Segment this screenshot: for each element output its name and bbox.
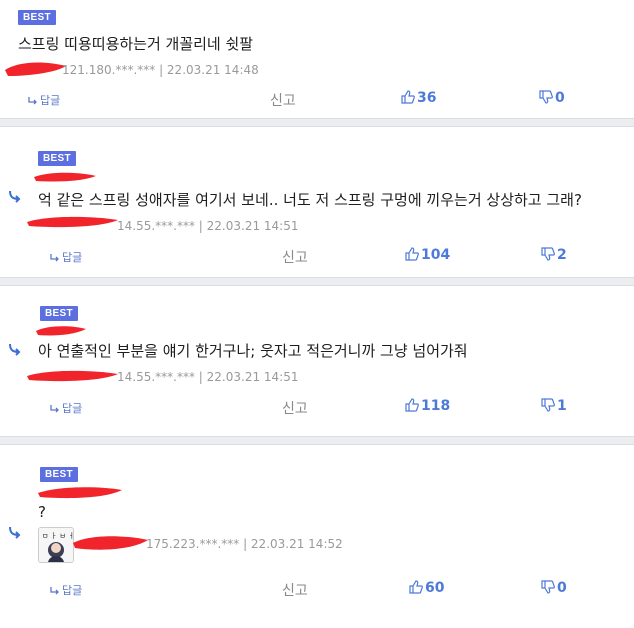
redacted-username bbox=[5, 62, 66, 76]
comment-meta: 175.223.***.*** | 22.03.21 14:52 bbox=[146, 537, 343, 551]
comment-separator bbox=[0, 436, 634, 445]
reply-button[interactable]: 답글 bbox=[28, 92, 60, 108]
dislike-count: 1 bbox=[557, 398, 567, 414]
avatar: ㅁ ㅏ ㅂ ㅓ bbox=[38, 527, 74, 563]
comment-meta: 121.180.***.*** | 22.03.21 14:48 bbox=[62, 63, 259, 77]
comment-text: 억 같은 스프링 성애자를 여기서 보네.. 너도 저 스프링 구멍에 끼우는거… bbox=[38, 191, 582, 209]
reply-arrow-icon bbox=[50, 254, 59, 262]
comment-1: BEST 스프링 띠용띠용하는거 개꼴리네 쉿팔 121.180.***.***… bbox=[0, 0, 634, 118]
reply-button[interactable]: 답글 bbox=[50, 582, 82, 598]
best-badge: BEST bbox=[38, 151, 76, 166]
comment-4: BEST ? ㅁ ㅏ ㅂ ㅓ 175.223.***.*** | 22.03.2… bbox=[0, 445, 634, 628]
dislike-button[interactable]: 1 bbox=[541, 398, 567, 414]
thumbs-down-icon bbox=[541, 247, 555, 261]
thumbs-down-icon bbox=[541, 580, 555, 594]
dislike-button[interactable]: 2 bbox=[541, 247, 567, 263]
redacted-username bbox=[34, 172, 96, 182]
comment-3: BEST 아 연출적인 부분을 얘기 한거구나; 웃자고 적은거니까 그냥 넘어… bbox=[0, 286, 634, 436]
comment-meta: 14.55.***.*** | 22.03.21 14:51 bbox=[117, 370, 299, 384]
reply-label: 답글 bbox=[62, 584, 83, 597]
reply-button[interactable]: 답글 bbox=[50, 400, 82, 416]
best-badge: BEST bbox=[40, 306, 78, 321]
nested-reply-icon bbox=[8, 525, 22, 543]
report-button[interactable]: 신고 bbox=[270, 90, 296, 110]
best-badge: BEST bbox=[18, 10, 56, 25]
thumbs-up-icon bbox=[405, 247, 419, 261]
redacted-username bbox=[38, 487, 122, 499]
comment-text: ? bbox=[38, 503, 46, 521]
svg-text:ㅁ ㅏ ㅂ ㅓ: ㅁ ㅏ ㅂ ㅓ bbox=[42, 532, 73, 540]
dislike-count: 0 bbox=[557, 580, 567, 596]
like-button[interactable]: 104 bbox=[405, 247, 450, 263]
comment-actions: 답글 신고 60 0 bbox=[0, 580, 634, 600]
like-button[interactable]: 60 bbox=[409, 580, 444, 596]
dislike-count: 0 bbox=[555, 90, 565, 106]
dislike-count: 2 bbox=[557, 247, 567, 263]
dislike-button[interactable]: 0 bbox=[541, 580, 567, 596]
redacted-username bbox=[73, 536, 148, 550]
redacted-username bbox=[36, 326, 86, 336]
like-count: 60 bbox=[425, 580, 445, 596]
thumbs-down-icon bbox=[539, 90, 553, 104]
report-button[interactable]: 신고 bbox=[282, 580, 308, 600]
thumbs-up-icon bbox=[409, 580, 423, 594]
comment-actions: 답글 신고 104 2 bbox=[0, 247, 634, 267]
comment-2: BEST 억 같은 스프링 성애자를 여기서 보네.. 너도 저 스프링 구멍에… bbox=[0, 127, 634, 277]
reply-label: 답글 bbox=[62, 402, 83, 415]
comment-actions: 답글 신고 36 0 bbox=[0, 90, 634, 110]
reply-button[interactable]: 답글 bbox=[50, 249, 82, 265]
reply-arrow-icon bbox=[50, 405, 59, 413]
like-button[interactable]: 36 bbox=[401, 90, 436, 106]
thumbs-up-icon bbox=[401, 90, 415, 104]
reply-arrow-icon bbox=[28, 97, 37, 105]
comment-actions: 답글 신고 118 1 bbox=[0, 398, 634, 418]
like-button[interactable]: 118 bbox=[405, 398, 450, 414]
like-count: 118 bbox=[421, 398, 451, 414]
best-badge: BEST bbox=[40, 467, 78, 482]
comment-meta: 14.55.***.*** | 22.03.21 14:51 bbox=[117, 219, 299, 233]
comment-text: 아 연출적인 부분을 얘기 한거구나; 웃자고 적은거니까 그냥 넘어가줘 bbox=[38, 342, 468, 360]
nested-reply-icon bbox=[8, 189, 22, 207]
dislike-button[interactable]: 0 bbox=[539, 90, 565, 106]
report-button[interactable]: 신고 bbox=[282, 398, 308, 418]
reply-label: 답글 bbox=[62, 251, 83, 264]
like-count: 104 bbox=[421, 247, 451, 263]
nested-reply-icon bbox=[8, 342, 22, 360]
redacted-username bbox=[27, 370, 118, 382]
thumbs-down-icon bbox=[541, 398, 555, 412]
thumbs-up-icon bbox=[405, 398, 419, 412]
comment-separator bbox=[0, 277, 634, 286]
like-count: 36 bbox=[417, 90, 437, 106]
redacted-username bbox=[27, 216, 118, 228]
reply-arrow-icon bbox=[50, 587, 59, 595]
comment-separator bbox=[0, 118, 634, 127]
report-button[interactable]: 신고 bbox=[282, 247, 308, 267]
reply-label: 답글 bbox=[40, 94, 61, 107]
comment-text: 스프링 띠용띠용하는거 개꼴리네 쉿팔 bbox=[18, 35, 254, 53]
